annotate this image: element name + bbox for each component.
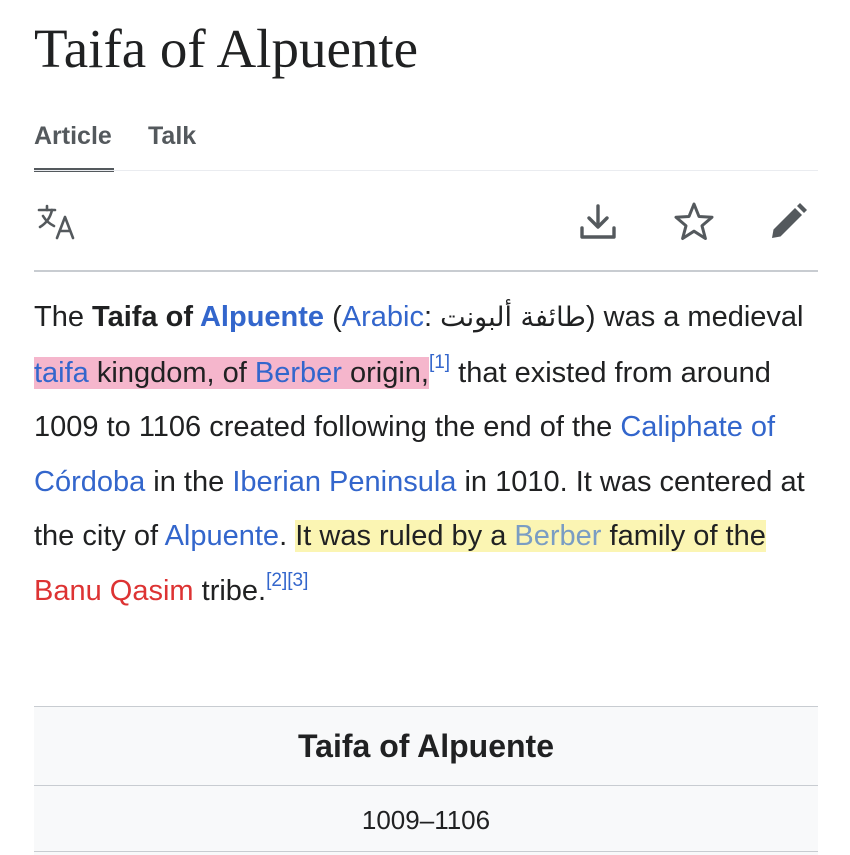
infobox-divider — [34, 785, 818, 786]
link-alpuente-bold[interactable]: Alpuente — [200, 301, 324, 333]
yellow-highlight: It was ruled by a Berber family of the — [295, 520, 766, 552]
text-run: ( — [324, 301, 342, 333]
edit-pencil-icon[interactable] — [764, 198, 812, 246]
reference-link[interactable]: [3] — [287, 570, 308, 591]
tabs-divider — [34, 170, 818, 171]
link-berber[interactable]: Berber — [255, 357, 342, 389]
tab-talk[interactable]: Talk — [148, 116, 196, 168]
bold-title-text: Taifa of — [92, 301, 200, 333]
lead-paragraph: The Taifa of Alpuente (Arabic: طائفة ألب… — [34, 290, 834, 618]
star-icon[interactable] — [670, 198, 718, 246]
pink-highlight: taifa kingdom, of Berber origin, — [34, 356, 429, 389]
redlink-banu-qasim[interactable]: Banu Qasim — [34, 575, 194, 607]
download-icon[interactable] — [574, 198, 622, 246]
text-run: ) was a medieval — [585, 301, 804, 333]
reference-1[interactable]: [1] — [429, 352, 450, 373]
page-title: Taifa of Alpuente — [34, 18, 419, 79]
text-run: . — [279, 520, 296, 552]
reference-2[interactable]: [2] — [266, 570, 287, 591]
link-taifa[interactable]: taifa — [34, 357, 89, 389]
reference-link[interactable]: [1] — [429, 352, 450, 373]
text-run: in the — [145, 465, 233, 498]
text-run: The — [34, 301, 93, 333]
infobox: Taifa of Alpuente 1009–1106 — [34, 706, 818, 855]
link-iberian-peninsula[interactable]: Iberian Peninsula — [232, 466, 456, 498]
text-run: It was ruled by a — [295, 520, 515, 552]
infobox-title: Taifa of Alpuente — [298, 728, 554, 764]
infobox-years: 1009–1106 — [361, 805, 491, 835]
link-berber-2[interactable]: Berber — [514, 520, 601, 552]
link-arabic[interactable]: Arabic — [342, 301, 424, 333]
bold-title: Taifa of Alpuente — [92, 301, 324, 333]
link-alpuente[interactable]: Alpuente — [165, 520, 280, 552]
infobox-divider — [34, 851, 818, 852]
reference-link[interactable]: [2] — [266, 570, 287, 591]
page-actions-toolbar — [34, 190, 818, 256]
tab-article[interactable]: Article — [34, 116, 114, 172]
toolbar-divider — [34, 270, 818, 272]
tab-bar: Article Talk — [34, 116, 818, 172]
text-run: origin, — [341, 356, 429, 389]
text-run: : — [423, 301, 441, 333]
text-run: tribe. — [193, 574, 267, 607]
arabic-name: طائفة ألبونت — [440, 302, 586, 333]
text-run: kingdom, of — [88, 356, 255, 389]
text-run: family of the — [601, 520, 766, 552]
language-icon[interactable] — [34, 198, 82, 246]
reference-3[interactable]: [3] — [287, 570, 308, 591]
